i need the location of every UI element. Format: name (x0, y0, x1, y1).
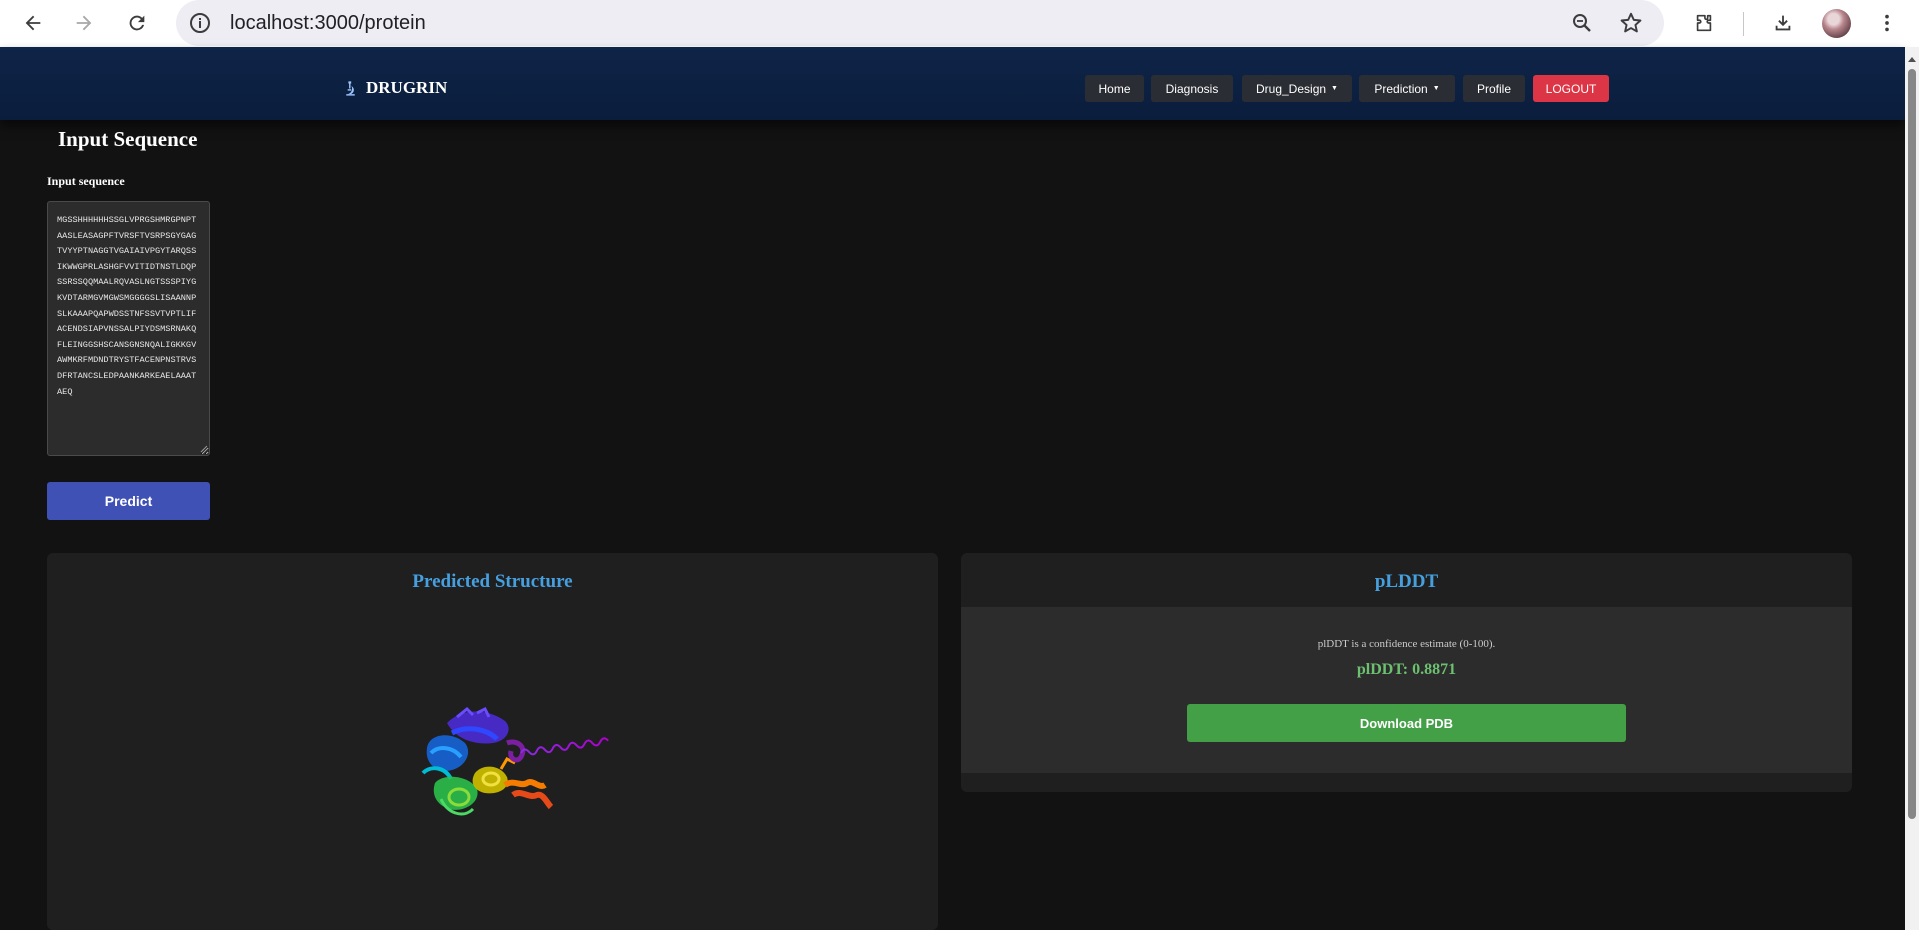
microscope-icon (346, 80, 355, 96)
plddt-description: plDDT is a confidence estimate (0-100). (1317, 638, 1496, 650)
profile-avatar[interactable] (1822, 9, 1851, 38)
nav-prediction-dropdown[interactable]: Prediction ▼ (1359, 75, 1455, 102)
scroll-thumb[interactable] (1908, 69, 1916, 819)
nav-profile[interactable]: Profile (1463, 75, 1525, 102)
nav-diagnosis[interactable]: Diagnosis (1151, 75, 1233, 102)
input-section-title: Input Sequence (58, 127, 198, 151)
url-text[interactable]: localhost:3000/protein (230, 12, 426, 35)
predicted-structure-card: Predicted Structure (47, 553, 938, 930)
plddt-card: pLDDT plDDT is a confidence estimate (0-… (961, 553, 1852, 792)
brand-logo[interactable]: DRUGRIN (342, 78, 447, 98)
structure-title: Predicted Structure (412, 571, 573, 592)
star-icon[interactable] (1618, 10, 1644, 36)
caret-down-icon: ▼ (1331, 85, 1338, 92)
browser-toolbar: localhost:3000/protein (0, 0, 1919, 47)
info-icon[interactable] (188, 11, 212, 35)
sequence-label: Input sequence (47, 174, 125, 188)
sequence-textarea[interactable]: MGSSHHHHHHSSGLVPRGSHMRGPNPTAASLEASAGPFTV… (47, 201, 210, 456)
nav-diagnosis-label: Diagnosis (1165, 81, 1219, 96)
predict-button[interactable]: Predict (47, 482, 210, 520)
logout-label: LOGOUT (1545, 81, 1597, 96)
page-scrollbar[interactable] (1905, 47, 1919, 930)
download-icon[interactable] (1768, 8, 1798, 38)
plddt-score: plDDT: 0.8871 (1356, 661, 1457, 678)
plddt-title: pLDDT (1374, 571, 1439, 592)
address-bar[interactable]: localhost:3000/protein (176, 0, 1664, 46)
toolbar-divider (1743, 12, 1744, 36)
reload-icon[interactable] (122, 8, 152, 38)
nav-drug-design-label: Drug_Design (1256, 81, 1327, 96)
extensions-icon[interactable] (1689, 8, 1719, 38)
logout-button[interactable]: LOGOUT (1533, 75, 1609, 102)
caret-down-icon: ▼ (1432, 85, 1440, 92)
zoom-icon[interactable] (1570, 11, 1594, 35)
brand-name: DRUGRIN (366, 78, 448, 97)
forward-icon[interactable] (69, 8, 99, 38)
nav-prediction-label: Prediction (1374, 81, 1428, 96)
nav-profile-label: Profile (1476, 81, 1511, 96)
scroll-up-arrow-icon[interactable] (1908, 57, 1916, 62)
plddt-body (961, 607, 1852, 773)
menu-icon[interactable] (1872, 8, 1902, 38)
back-icon[interactable] (18, 8, 48, 38)
nav-home-label: Home (1098, 81, 1131, 96)
app-navbar (0, 47, 1905, 120)
protein-3d-viewer[interactable] (417, 703, 632, 838)
nav-drug-design-dropdown[interactable]: Drug_Design ▼ (1242, 75, 1352, 102)
resize-handle-icon[interactable] (198, 443, 208, 453)
download-pdb-button[interactable]: Download PDB (1187, 704, 1626, 742)
nav-home[interactable]: Home (1085, 75, 1144, 102)
